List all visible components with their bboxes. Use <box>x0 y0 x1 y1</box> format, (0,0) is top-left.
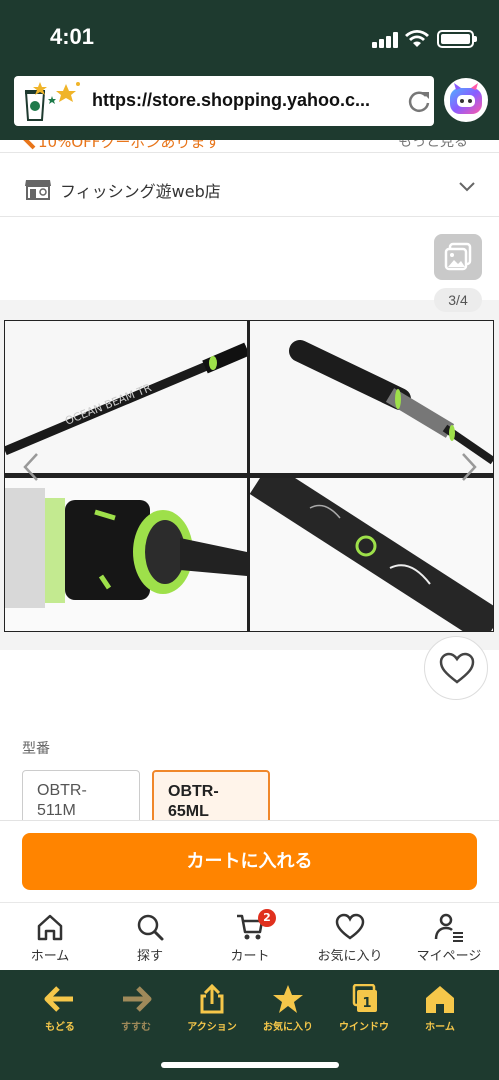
nav-home-label: ホーム <box>30 949 70 964</box>
heart-icon <box>335 913 365 940</box>
image-tile-rod-label: OCEAN BEAM TR <box>5 321 247 473</box>
back-arrow-icon <box>44 986 73 1012</box>
image-tile-handle <box>250 321 493 473</box>
reload-icon[interactable] <box>406 88 432 114</box>
toolbar-forward-label: すすむ <box>121 1022 151 1033</box>
gallery-button[interactable] <box>434 234 482 280</box>
prev-image-button[interactable] <box>22 452 40 482</box>
favorite-button[interactable] <box>424 636 488 700</box>
nav-cart[interactable]: 2 カート <box>200 909 300 971</box>
toolbar-forward[interactable]: すすむ <box>98 984 174 1036</box>
coupon-more-link[interactable]: もっと見る <box>398 140 468 151</box>
status-bar: 4:01 <box>0 0 499 74</box>
nav-search[interactable]: 探す <box>100 911 200 971</box>
gallery-icon <box>444 242 472 271</box>
app-bottom-nav: ホーム 探す 2 カート お気に入り マイページ <box>0 902 499 970</box>
image-tile-blank <box>250 478 493 631</box>
option-chip[interactable]: OBTR-511M <box>22 770 140 826</box>
window-icon: 1 <box>352 984 377 1012</box>
star-icon <box>273 985 303 1013</box>
browser-toolbar: もどる すすむ アクション お気に入り 1 ウインドウ ホーム <box>0 970 499 1080</box>
home-icon <box>426 986 454 1013</box>
nav-favorites-label: お気に入り <box>317 949 383 964</box>
nav-search-label: 探す <box>136 949 163 964</box>
add-to-cart-button[interactable]: カートに入れる <box>22 833 477 890</box>
image-counter: 3/4 <box>434 288 482 312</box>
wifi-icon <box>405 30 429 47</box>
store-row[interactable]: フィッシング遊web店 <box>0 168 499 210</box>
nav-home[interactable]: ホーム <box>0 911 100 971</box>
window-count: 1 <box>362 996 371 1011</box>
coupon-banner[interactable]: 10%OFFクーポンあります もっと見る <box>0 140 499 152</box>
toolbar-favorites-label: お気に入り <box>263 1022 313 1033</box>
status-time: 4:01 <box>50 24 95 49</box>
coupon-arrow-icon <box>23 140 36 150</box>
toolbar-home-label: ホーム <box>425 1022 455 1033</box>
home-indicator <box>161 1062 339 1068</box>
user-icon <box>434 913 463 942</box>
toolbar-window[interactable]: 1 ウインドウ <box>326 984 402 1036</box>
cart-badge: 2 <box>258 909 276 927</box>
rod-brand-text: OCEAN BEAM TR <box>63 381 153 428</box>
home-icon <box>37 914 63 941</box>
search-icon <box>137 914 164 941</box>
assistant-button[interactable] <box>444 78 488 122</box>
coffee-cup-star-icon <box>24 82 80 121</box>
address-bar[interactable]: https://store.shopping.yahoo.c... <box>14 76 434 126</box>
share-icon <box>200 984 224 1014</box>
forward-arrow-icon <box>123 986 152 1012</box>
heart-icon <box>439 652 475 684</box>
nav-mypage-label: マイページ <box>416 949 482 964</box>
toolbar-action[interactable]: アクション <box>174 984 250 1036</box>
image-tile-reel-seat <box>5 478 247 631</box>
store-name: フィッシング遊web店 <box>60 182 221 201</box>
toolbar-home[interactable]: ホーム <box>402 984 478 1036</box>
browser-bar: https://store.shopping.yahoo.c... <box>0 74 499 140</box>
nav-favorites[interactable]: お気に入り <box>300 911 400 971</box>
toolbar-back-label: もどる <box>45 1022 75 1033</box>
chevron-down-icon <box>459 182 475 192</box>
shop-icon <box>25 180 51 200</box>
battery-icon <box>437 30 477 48</box>
nav-cart-label: カート <box>230 949 270 964</box>
nav-mypage[interactable]: マイページ <box>399 911 499 971</box>
toolbar-favorites[interactable]: お気に入り <box>250 984 326 1036</box>
toolbar-back[interactable]: もどる <box>22 984 98 1036</box>
toolbar-action-label: アクション <box>187 1022 237 1033</box>
product-image[interactable]: OCEAN BEAM TR <box>4 320 494 632</box>
coupon-text: 10%OFFクーポンあります <box>38 140 221 151</box>
url-text: https://store.shopping.yahoo.c... <box>92 90 371 110</box>
next-image-button[interactable] <box>460 452 478 482</box>
divider <box>0 216 499 217</box>
option-chip-selected[interactable]: OBTR-65ML <box>152 770 270 826</box>
model-label: 型番 <box>22 741 50 757</box>
cart-button-bar: カートに入れる <box>0 820 499 902</box>
assistant-face-icon <box>450 83 482 114</box>
divider <box>0 152 499 153</box>
toolbar-window-label: ウインドウ <box>339 1022 389 1033</box>
signal-icon <box>372 32 400 48</box>
